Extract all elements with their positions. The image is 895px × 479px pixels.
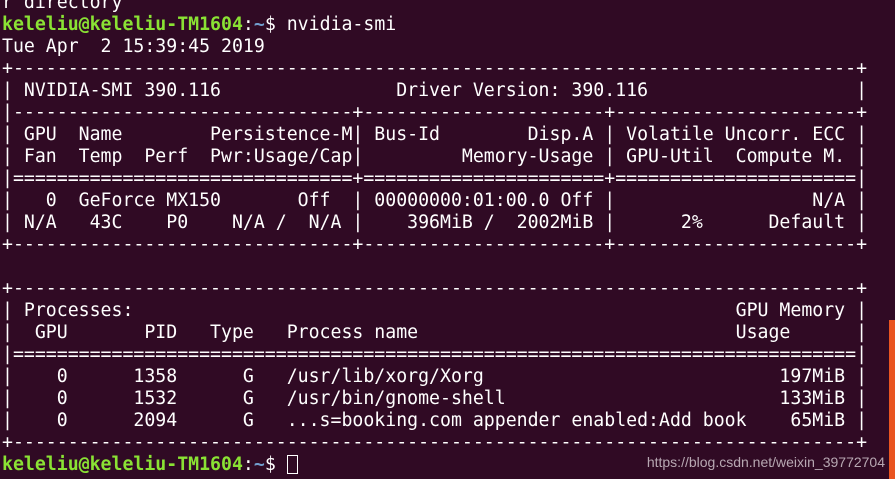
prompt-path: ~ <box>253 454 265 475</box>
prompt-line: keleliu@keleliu-TM1604:~$ nvidia-smi <box>2 14 867 36</box>
prompt-symbol: $ <box>264 454 287 475</box>
output-line: | GPU Name Persistence-M| Bus-Id Disp.A … <box>2 124 868 145</box>
output-line: |===============================+=======… <box>2 168 868 189</box>
output-line: | NVIDIA-SMI 390.116 Driver Version: 390… <box>2 80 868 101</box>
watermark-url: https://blog.csdn.net/weixin_39772704 <box>646 454 885 470</box>
prompt-user: keleliu@keleliu-TM1604 <box>2 454 243 475</box>
prompt-separator: : <box>242 14 254 35</box>
output-line: | N/A 43C P0 N/A / N/A | 396MiB / 2002Mi… <box>2 212 868 233</box>
output-line: |-------------------------------+-------… <box>2 102 868 123</box>
output-line: +---------------------------------------… <box>2 58 868 79</box>
scrollbar-thumb[interactable] <box>889 320 895 479</box>
prompt-symbol: $ <box>264 14 287 35</box>
prompt-path: ~ <box>253 14 265 35</box>
output-line: | Processes: GPU Memory | <box>2 300 868 321</box>
output-line: | Fan Temp Perf Pwr:Usage/Cap| Memory-Us… <box>2 146 868 167</box>
output-line: | 0 1358 G /usr/lib/xorg/Xorg 197MiB | <box>2 366 868 387</box>
output-line: | 0 GeForce MX150 Off | 00000000:01:00.0… <box>2 190 868 211</box>
output-line: |=======================================… <box>2 344 868 365</box>
output-line: +---------------------------------------… <box>2 278 868 299</box>
output-line: | 0 2094 G ...s=booking.com appender ena… <box>2 410 868 431</box>
prompt-command: nvidia-smi <box>286 14 397 35</box>
output-line: | GPU PID Type Process name Usage | <box>2 322 868 343</box>
output-line: r directory <box>2 0 123 13</box>
prompt-user: keleliu@keleliu-TM1604 <box>2 14 243 35</box>
prompt-separator: : <box>242 454 254 475</box>
text-cursor[interactable] <box>286 455 298 474</box>
terminal-window[interactable]: r directory keleliu@keleliu-TM1604:~$ nvi… <box>0 0 895 479</box>
output-line: | 0 1532 G /usr/bin/gnome-shell 133MiB | <box>2 388 868 409</box>
output-line: +-------------------------------+-------… <box>2 234 868 255</box>
terminal-output: r directory keleliu@keleliu-TM1604:~$ nvi… <box>2 0 867 476</box>
output-line: Tue Apr 2 15:39:45 2019 <box>2 36 265 57</box>
